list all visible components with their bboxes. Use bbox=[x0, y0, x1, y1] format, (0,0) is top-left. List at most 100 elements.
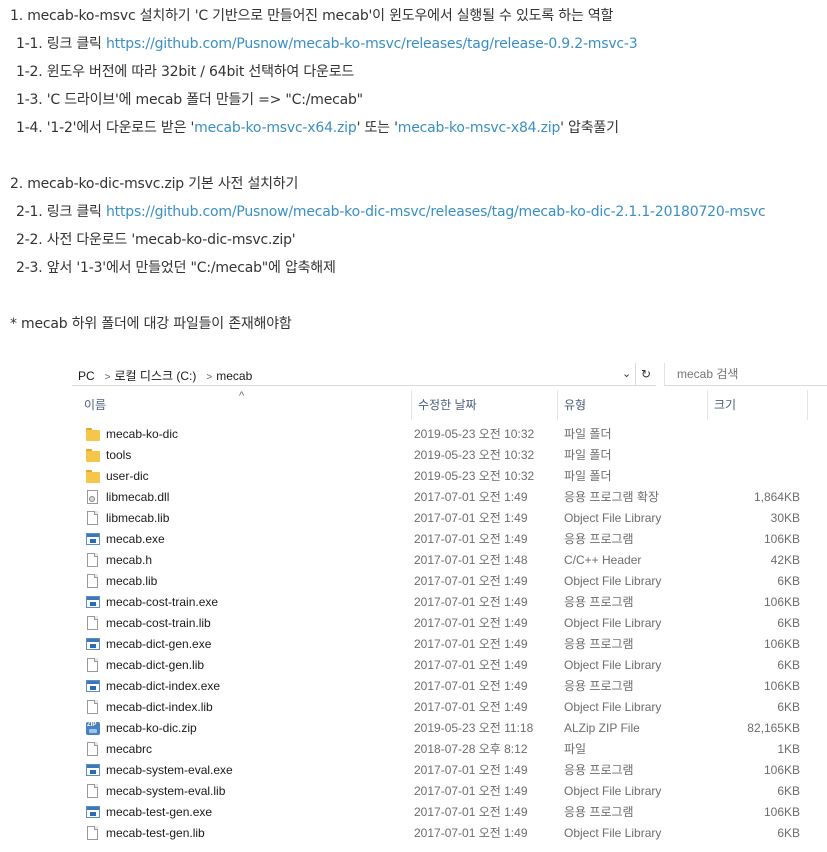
file-row[interactable]: user-dic 2019-05-23 오전 10:32 파일 폴더 bbox=[72, 466, 812, 487]
file-row[interactable]: mecab-system-eval.lib 2017-07-01 오전 1:49 O… bbox=[72, 781, 812, 802]
chevron-down-icon[interactable]: ⌄ bbox=[622, 367, 631, 380]
file-icon bbox=[86, 616, 100, 631]
file-type: 파일 폴더 bbox=[564, 427, 612, 441]
file-type: 응용 프로그램 bbox=[564, 763, 634, 777]
file-icon bbox=[86, 658, 100, 673]
file-size: 1KB bbox=[777, 742, 800, 756]
file-size: 1,864KB bbox=[753, 490, 800, 504]
file-row[interactable]: mecab.lib 2017-07-01 오전 1:49 Object File L… bbox=[72, 571, 812, 592]
file-date: 2017-07-01 오전 1:49 bbox=[414, 784, 528, 798]
file-date: 2017-07-01 오전 1:49 bbox=[414, 637, 528, 651]
file-row[interactable]: mecab.h 2017-07-01 오전 1:48 C/C++ Header 42K… bbox=[72, 550, 812, 571]
file-icon bbox=[86, 700, 100, 715]
x64-zip-link[interactable]: mecab-ko-msvc-x64.zip bbox=[194, 120, 357, 136]
file-name: user-dic bbox=[106, 469, 149, 483]
column-header-type[interactable]: 유형 bbox=[558, 390, 708, 420]
column-header-date[interactable]: 수정한 날짜 bbox=[412, 390, 558, 420]
file-date: 2019-05-23 오전 11:18 bbox=[414, 721, 534, 735]
file-row[interactable]: mecab-dict-gen.exe 2017-07-01 오전 1:49 응용 프… bbox=[72, 634, 812, 655]
search-input[interactable] bbox=[675, 366, 827, 382]
column-header-size[interactable]: 크기 bbox=[708, 390, 808, 420]
file-date: 2017-07-01 오전 1:49 bbox=[414, 805, 528, 819]
file-size: 106KB bbox=[763, 532, 800, 546]
file-row[interactable]: ZIP mecab-ko-dic.zip 2019-05-23 오전 11:18 AL… bbox=[72, 718, 812, 739]
zip-archive-icon: ZIP bbox=[86, 721, 100, 736]
mecab-ko-msvc-release-link[interactable]: https://github.com/Pusnow/mecab-ko-msvc/… bbox=[106, 36, 638, 52]
mecab-ko-dic-release-link[interactable]: https://github.com/Pusnow/mecab-ko-dic-m… bbox=[106, 204, 766, 220]
column-header-type-label: 유형 bbox=[564, 398, 587, 412]
file-name: mecab.exe bbox=[106, 532, 165, 546]
file-row[interactable]: mecabrc 2018-07-28 오후 8:12 파일 1KB bbox=[72, 739, 812, 760]
file-size: 106KB bbox=[763, 637, 800, 651]
file-type: 응용 프로그램 확장 bbox=[564, 490, 659, 504]
file-row[interactable]: mecab-dict-gen.lib 2017-07-01 오전 1:49 Obje… bbox=[72, 655, 812, 676]
search-box[interactable] bbox=[664, 363, 827, 386]
file-row[interactable]: mecab.exe 2017-07-01 오전 1:49 응용 프로그램 106KB bbox=[72, 529, 812, 550]
file-type: 응용 프로그램 bbox=[564, 679, 634, 693]
file-name: tools bbox=[106, 448, 132, 462]
breadcrumb-folder[interactable]: mecab bbox=[216, 369, 252, 383]
file-name: mecab.lib bbox=[106, 574, 158, 588]
refresh-icon[interactable]: ↻ bbox=[635, 363, 656, 386]
folder-icon bbox=[86, 448, 100, 463]
file-name: mecab-system-eval.lib bbox=[106, 784, 226, 798]
application-icon bbox=[86, 532, 100, 547]
file-row[interactable]: mecab-cost-train.lib 2017-07-01 오전 1:49 Ob… bbox=[72, 613, 812, 634]
file-row[interactable]: mecab-dict-index.lib 2017-07-01 오전 1:49 Ob… bbox=[72, 697, 812, 718]
column-header-name[interactable]: 이름 bbox=[78, 390, 412, 420]
file-type: Object File Library bbox=[564, 511, 662, 525]
file-row[interactable]: mecab-ko-dic 2019-05-23 오전 10:32 파일 폴더 bbox=[72, 424, 812, 445]
file-name: mecab-dict-gen.lib bbox=[106, 658, 205, 672]
step-1-4: 1-4. '1-2'에서 다운로드 받은 'mecab-ko-msvc-x64.… bbox=[16, 117, 619, 137]
file-type: ALZip ZIP File bbox=[564, 721, 640, 735]
file-row[interactable]: mecab-test-gen.exe 2017-07-01 오전 1:49 응용 프… bbox=[72, 802, 812, 823]
file-name: mecab-cost-train.exe bbox=[106, 595, 219, 609]
file-date: 2017-07-01 오전 1:49 bbox=[414, 532, 528, 546]
file-name: mecab-dict-gen.exe bbox=[106, 637, 212, 651]
column-header-size-label: 크기 bbox=[714, 398, 737, 412]
file-row[interactable]: tools 2019-05-23 오전 10:32 파일 폴더 bbox=[72, 445, 812, 466]
address-bar[interactable]: PC > 로컬 디스크 (C:) > mecab ⌄ bbox=[72, 363, 653, 386]
breadcrumb-drive[interactable]: 로컬 디스크 (C:) bbox=[115, 369, 197, 383]
file-type: Object File Library bbox=[564, 700, 662, 714]
file-type: 파일 bbox=[564, 742, 587, 756]
x84-zip-link[interactable]: mecab-ko-msvc-x84.zip bbox=[398, 120, 561, 136]
application-icon bbox=[86, 763, 100, 778]
file-date: 2019-05-23 오전 10:32 bbox=[414, 427, 535, 441]
file-name: mecab-test-gen.lib bbox=[106, 826, 205, 840]
file-name: mecabrc bbox=[106, 742, 153, 756]
file-name: mecab.h bbox=[106, 553, 153, 567]
file-date: 2018-07-28 오후 8:12 bbox=[414, 742, 528, 756]
breadcrumb: PC > 로컬 디스크 (C:) > mecab bbox=[78, 367, 256, 384]
file-row[interactable]: mecab-cost-train.exe 2017-07-01 오전 1:49 응용… bbox=[72, 592, 812, 613]
file-row[interactable]: libmecab.lib 2017-07-01 오전 1:49 Object Fil… bbox=[72, 508, 812, 529]
file-size: 106KB bbox=[763, 805, 800, 819]
application-icon bbox=[86, 637, 100, 652]
file-icon bbox=[86, 784, 100, 799]
step-2-3: 2-3. 앞서 '1-3'에서 만들었던 "C:/mecab"에 압축해제 bbox=[16, 260, 336, 276]
file-type: Object File Library bbox=[564, 784, 662, 798]
file-date: 2017-07-01 오전 1:49 bbox=[414, 616, 528, 630]
folder-icon bbox=[86, 469, 100, 484]
file-name: mecab-dict-index.lib bbox=[106, 700, 213, 714]
file-icon bbox=[86, 742, 100, 757]
file-size: 6KB bbox=[777, 826, 800, 840]
file-size: 6KB bbox=[777, 574, 800, 588]
file-row[interactable]: libmecab.dll 2017-07-01 오전 1:49 응용 프로그램 확장… bbox=[72, 487, 812, 508]
file-icon bbox=[86, 574, 100, 589]
file-date: 2019-05-23 오전 10:32 bbox=[414, 469, 535, 483]
file-row[interactable]: mecab-dict-index.exe 2017-07-01 오전 1:49 응용… bbox=[72, 676, 812, 697]
file-icon bbox=[86, 511, 100, 526]
file-type: Object File Library bbox=[564, 658, 662, 672]
file-row[interactable]: mecab-test-gen.lib 2017-07-01 오전 1:49 Obje… bbox=[72, 823, 812, 844]
section2-title: 2. mecab-ko-dic-msvc.zip 기본 사전 설치하기 bbox=[10, 176, 299, 192]
file-name: mecab-test-gen.exe bbox=[106, 805, 213, 819]
file-row[interactable]: mecab-system-eval.exe 2017-07-01 오전 1:49 응… bbox=[72, 760, 812, 781]
file-type: 응용 프로그램 bbox=[564, 532, 634, 546]
breadcrumb-pc[interactable]: PC bbox=[78, 369, 95, 383]
chevron-right-icon: > bbox=[104, 372, 111, 383]
step-1-4-prefix: 1-4. '1-2'에서 다운로드 받은 ' bbox=[16, 120, 195, 136]
file-type: Object File Library bbox=[564, 826, 662, 840]
column-header-date-label: 수정한 날짜 bbox=[418, 398, 477, 412]
column-header-name-label: 이름 bbox=[84, 398, 107, 412]
